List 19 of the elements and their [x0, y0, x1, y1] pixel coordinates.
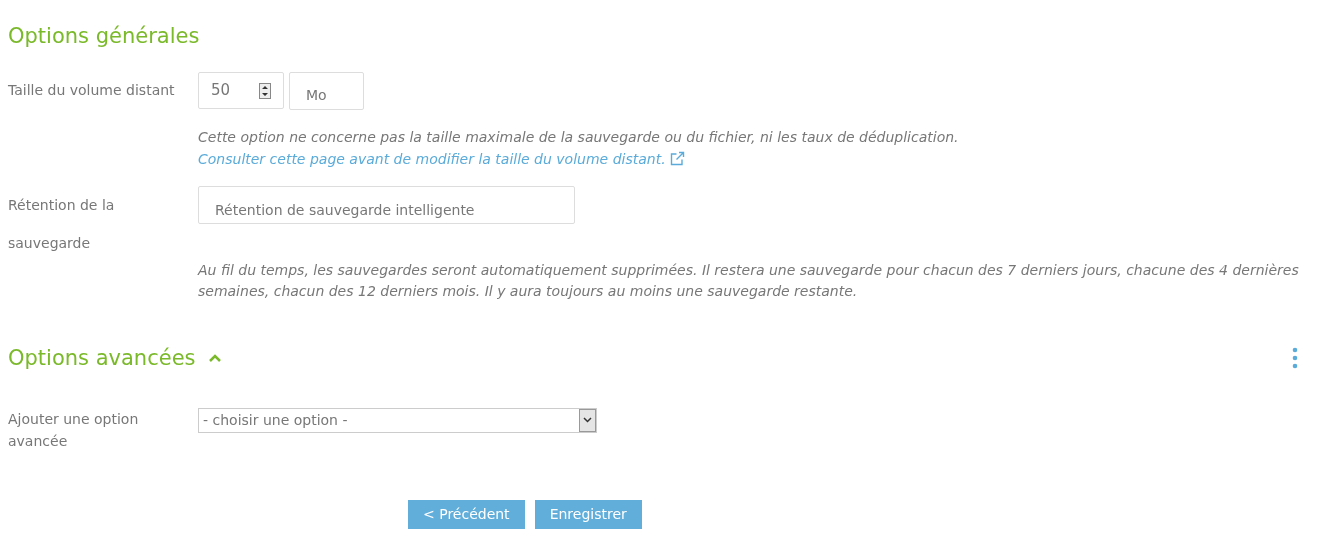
help-link[interactable]: Consulter cette page avant de modifier la taille du volume distant. — [198, 151, 666, 167]
save-button[interactable]: Enregistrer — [534, 500, 642, 529]
help-text: Au fil du temps, les sauvegardes seront automatiquement supprimées. Il restera une sauvegarde pour chacun des 7 derniers jours, chacune des 4 dernières semaines, chacun des 12 derniers mois. Il y aura toujours au moins une sauvegarde restante. — [198, 261, 1300, 301]
more-icon[interactable] — [1292, 347, 1298, 369]
chevron-up-icon[interactable] — [207, 353, 222, 363]
field-label: Rétention de la sauvegarde — [8, 196, 116, 253]
option-select[interactable]: - choisir une option - — [198, 408, 597, 433]
field-label: Taille du volume distant — [8, 81, 176, 100]
unit-field[interactable]: Mo — [289, 72, 364, 110]
previous-button[interactable]: < Précédent — [408, 500, 525, 529]
retention-field[interactable]: Rétention de sauvegarde intelligente — [198, 186, 575, 224]
spinner-icon[interactable] — [259, 82, 271, 99]
external-link-icon[interactable] — [670, 151, 686, 166]
number-field[interactable]: 50 — [198, 72, 284, 109]
dropdown-icon[interactable] — [579, 409, 596, 432]
field-label: Ajouter une option avancée — [8, 410, 140, 451]
help-text: Cette option ne concerne pas la taille maximale de la sauvegarde ou du fichier, ni les taux de déduplication. Consulter cette page avant de modifier la taille du volume distant. — [198, 128, 960, 169]
section-title: Options avancées — [8, 345, 196, 372]
section-title: Options générales — [8, 23, 201, 50]
